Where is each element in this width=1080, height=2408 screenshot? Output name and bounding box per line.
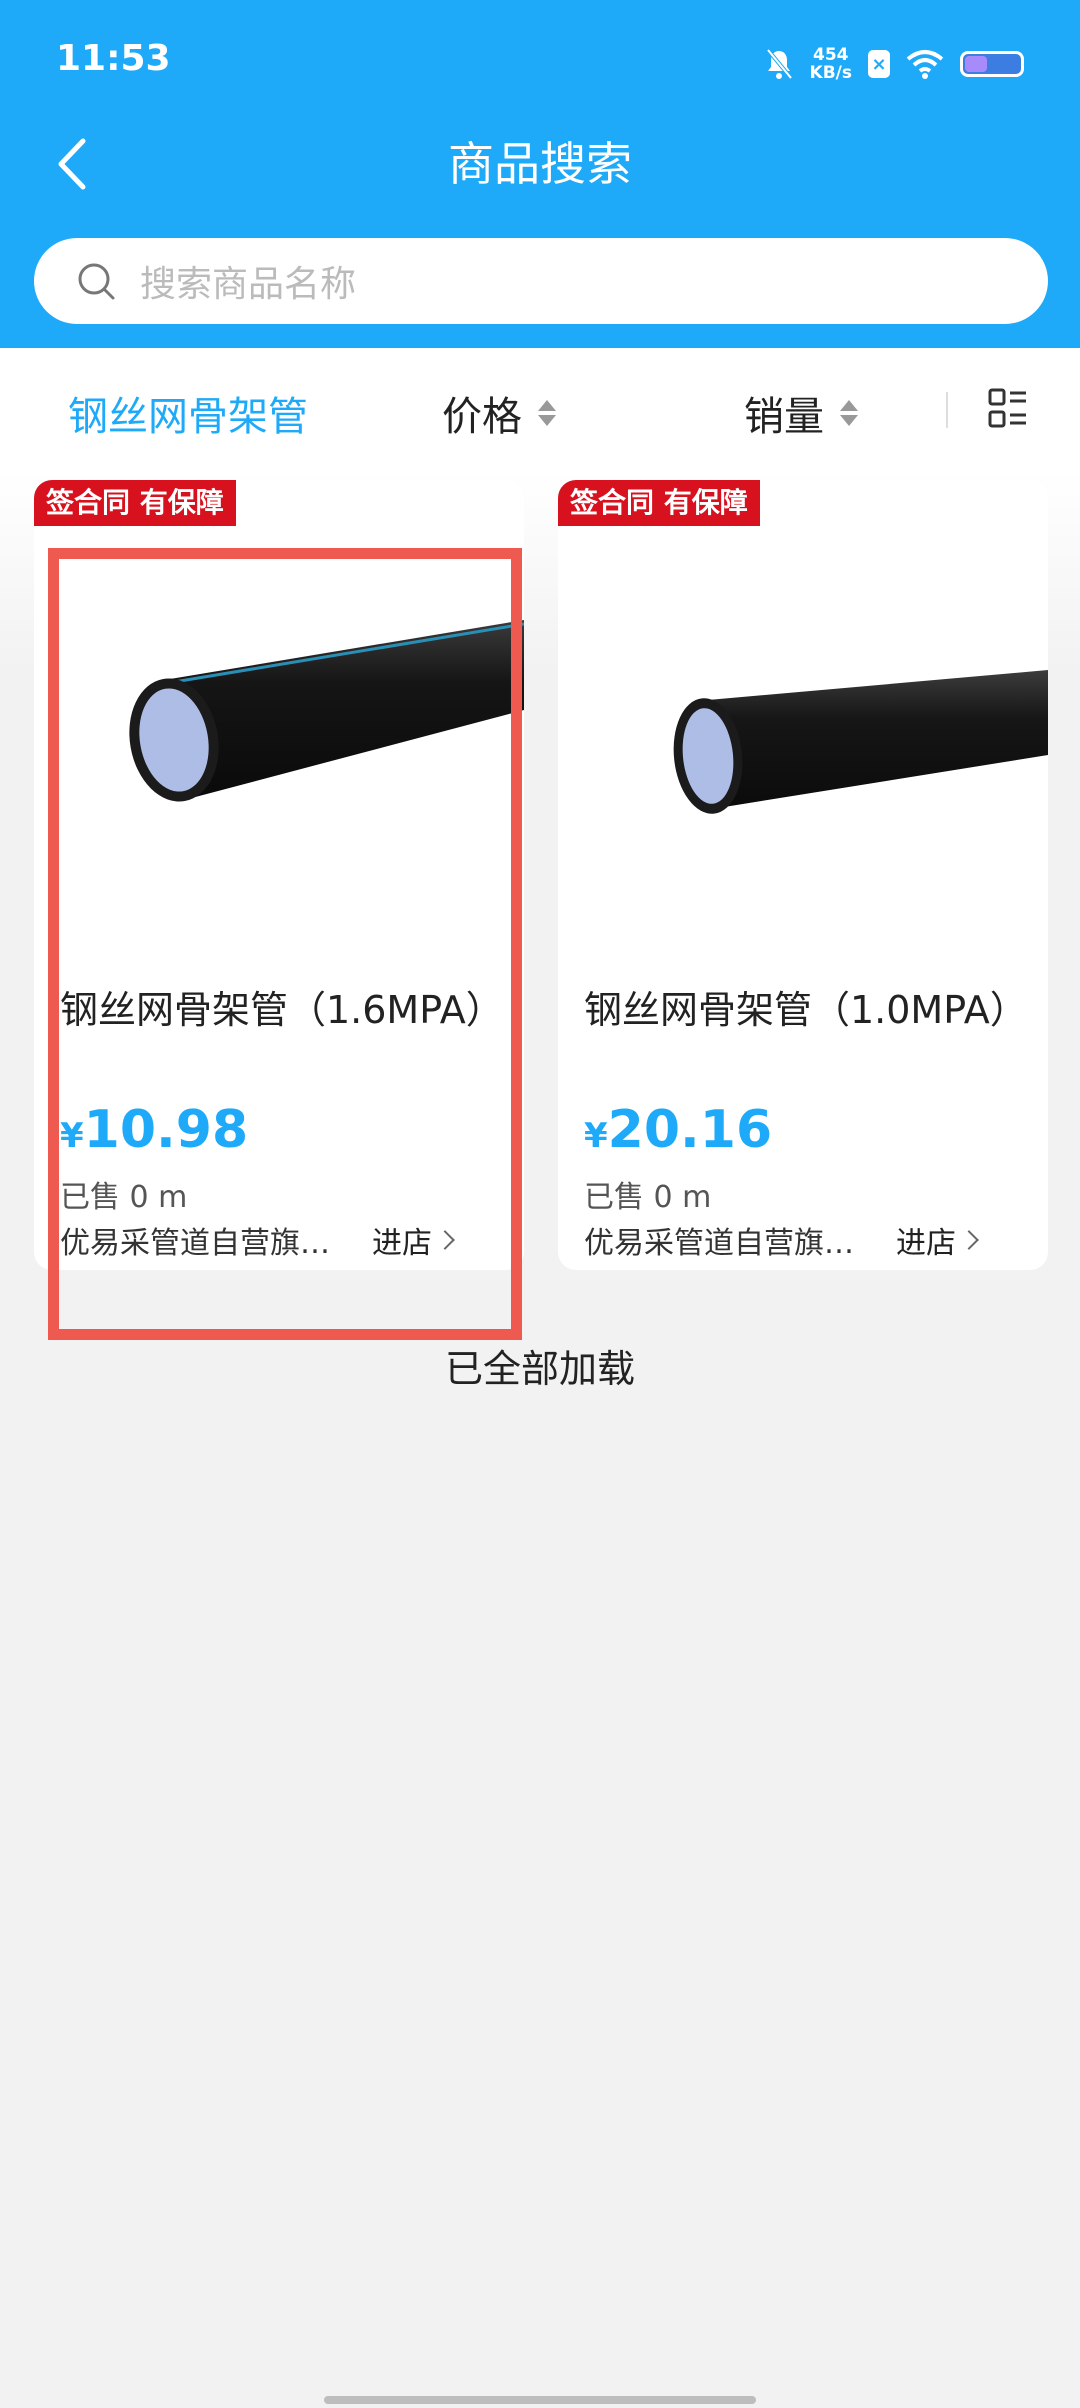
product-image [673,670,1048,814]
tab-divider [946,392,948,428]
status-icons: 454 KB/s × [764,40,1024,88]
tab-price-sort[interactable]: 价格 [442,384,556,442]
sold-count: 已售 0 m [584,1180,712,1215]
product-card[interactable]: 签合同 有保障 钢丝网骨架管（1.0MPA） ¥20.16 已售 0 m 优易采… [558,480,1048,1270]
enter-shop-button[interactable]: 进店 [896,1218,979,1262]
selection-highlight-box [48,548,522,1340]
guarantee-badge: 签合同 有保障 [558,480,760,526]
x-badge-icon: × [868,50,890,78]
tab-sales-sort[interactable]: 销量 [744,384,858,442]
list-layout-icon[interactable] [988,384,1028,432]
tab-keyword[interactable]: 钢丝网骨架管 [68,384,308,442]
mute-bell-icon [765,48,793,80]
filter-tabs: 钢丝网骨架管 价格 销量 [0,348,1080,470]
net-speed: 454 KB/s [809,45,852,83]
guarantee-badge: 签合同 有保障 [34,480,236,526]
shop-name: 优易采管道自营旗… [584,1226,854,1261]
search-icon [78,263,115,300]
sort-arrows-icon [538,400,556,426]
wifi-icon [906,50,944,79]
all-loaded-text: 已全部加载 [444,1347,635,1391]
chevron-right-icon [959,1230,979,1250]
search-input[interactable]: 搜索商品名称 [34,238,1048,324]
product-price: ¥20.16 [584,1100,773,1160]
status-time: 11:53 [56,38,171,79]
sort-arrows-icon [840,400,858,426]
search-placeholder: 搜索商品名称 [140,264,357,305]
app-header: 11:53 454 KB/s × 商品搜索 搜索商品名称 [0,0,1080,348]
page-title: 商品搜索 [448,137,632,191]
battery-icon [960,51,1024,77]
product-name: 钢丝网骨架管（1.0MPA） [584,988,1028,1032]
home-indicator[interactable] [324,2396,756,2404]
